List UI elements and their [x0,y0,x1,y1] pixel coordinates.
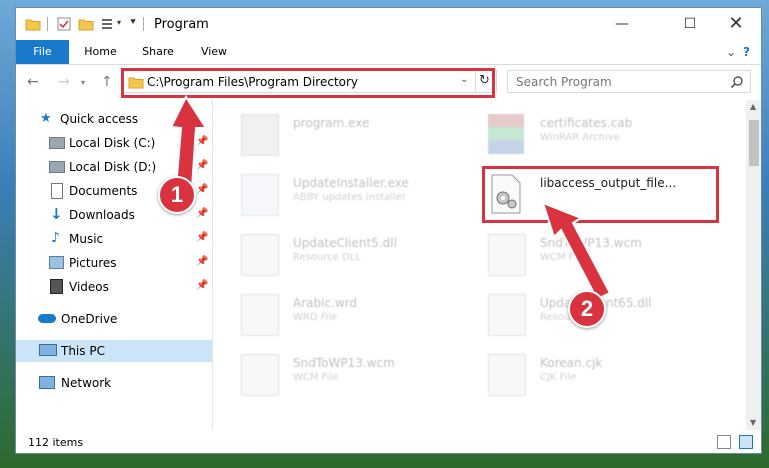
step-2-badge: 2 [568,290,606,328]
annotation-arrows [169,94,612,301]
step-1-badge: 1 [158,176,196,214]
arrow-step-1 [169,94,208,189]
arrow-step-2 [541,201,612,301]
